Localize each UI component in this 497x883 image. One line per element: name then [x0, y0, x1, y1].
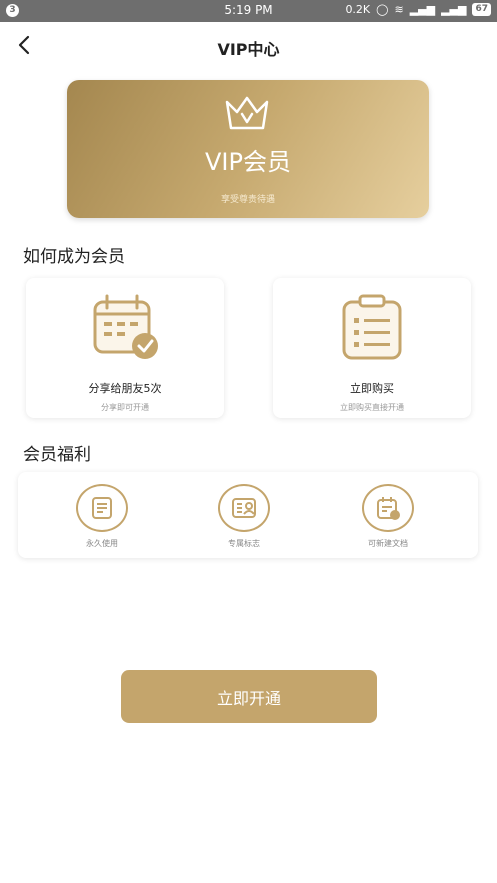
- page-title: VIP中心: [217, 40, 280, 59]
- wifi-icon: ≋: [394, 3, 404, 16]
- document-icon: [76, 484, 128, 532]
- buy-card[interactable]: 立即购买 立即购买直接开通: [273, 278, 471, 418]
- benefit-new-doc: 可新建文档: [338, 484, 438, 556]
- signal-icon: ▂▄▆: [409, 3, 436, 16]
- benefit-permanent-label: 永久使用: [86, 539, 118, 548]
- alarm-icon: ◯: [376, 3, 389, 16]
- share-card[interactable]: 分享给朋友5次 分享即可开通: [26, 278, 224, 418]
- battery-icon: 67: [472, 3, 491, 16]
- share-card-title: 分享给朋友5次: [88, 382, 162, 395]
- benefits-section-title: 会员福利: [23, 445, 91, 465]
- share-card-subtitle: 分享即可开通: [101, 403, 149, 412]
- new-document-icon: [362, 484, 414, 532]
- benefits-panel: 永久使用 专属标志 可新建文档: [18, 472, 478, 558]
- vip-subtitle: 享受尊贵待遇: [220, 195, 275, 205]
- crown-icon: [225, 96, 269, 130]
- nav-bar: VIP中心: [0, 22, 497, 70]
- vip-banner: VIP会员 享受尊贵待遇: [67, 80, 429, 218]
- open-vip-button[interactable]: 立即开通: [121, 670, 377, 723]
- benefit-new-doc-label: 可新建文档: [368, 539, 408, 548]
- benefit-permanent: 永久使用: [52, 484, 152, 556]
- buy-card-subtitle: 立即购买直接开通: [340, 403, 404, 412]
- buy-card-title: 立即购买: [350, 382, 394, 395]
- benefit-badge: 专属标志: [194, 484, 294, 556]
- clipboard-list-icon: [342, 294, 402, 360]
- badge-icon: [218, 484, 270, 532]
- signal-icon-2: ▂▄▆: [441, 3, 467, 16]
- status-bar: 3 5:19 PM 0.2K ◯ ≋ ▂▄▆ ▂▄▆ 67: [0, 0, 497, 22]
- benefit-badge-label: 专属标志: [228, 539, 260, 548]
- network-speed: 0.2K: [345, 3, 371, 16]
- how-section-title: 如何成为会员: [23, 247, 125, 267]
- status-right: 0.2K ◯ ≋ ▂▄▆ ▂▄▆ 67: [345, 3, 491, 16]
- calendar-check-icon: [93, 294, 158, 359]
- vip-title: VIP会员: [205, 148, 291, 176]
